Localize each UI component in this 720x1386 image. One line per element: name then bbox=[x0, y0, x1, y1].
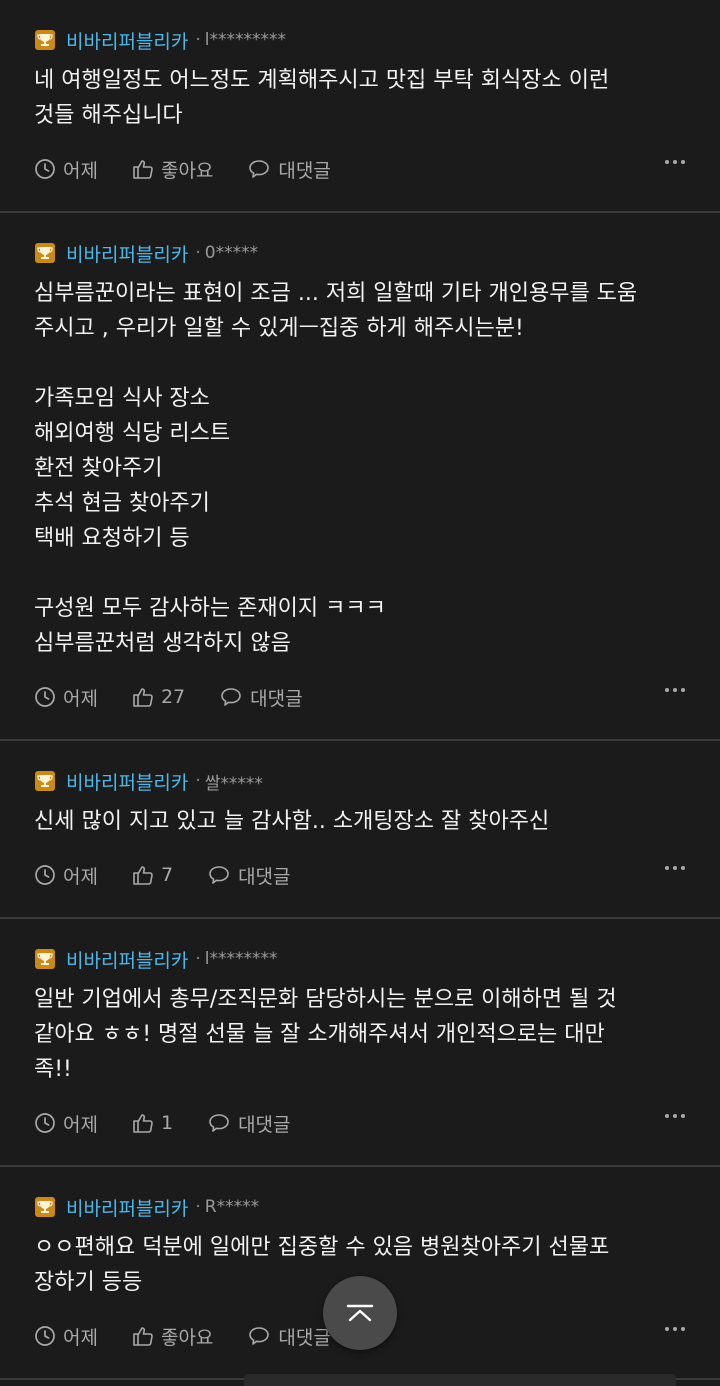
timestamp: 어제 bbox=[34, 1323, 98, 1350]
reply-label: 대댓글 bbox=[238, 1113, 291, 1136]
like-count: 7 bbox=[160, 864, 174, 886]
reply-label: 대댓글 bbox=[238, 865, 291, 888]
clock-icon bbox=[35, 865, 55, 885]
timestamp-label: 어제 bbox=[63, 865, 98, 888]
like-count: 좋아요 bbox=[160, 159, 214, 182]
timestamp: 어제 bbox=[34, 1110, 98, 1137]
comment-actions: 어제 1 대댓글 bbox=[34, 1109, 686, 1137]
bottom-bar bbox=[244, 1374, 676, 1386]
meta-separator: · bbox=[195, 243, 201, 263]
speech-bubble-icon bbox=[249, 1327, 270, 1345]
comment-actions: 어제 좋아요 대댓글 bbox=[34, 155, 686, 183]
company-name[interactable]: 비바리퍼블리카 bbox=[66, 946, 188, 973]
clock-icon bbox=[35, 687, 55, 707]
meta-separator: · bbox=[195, 771, 201, 791]
like-count: 1 bbox=[160, 1112, 174, 1134]
comment-body: 일반 기업에서 총무/조직문화 담당하시는 분으로 이해하면 될 것 같아요 ㅎ… bbox=[34, 987, 617, 1082]
comment-item: 비바리퍼블리카 · 쌀***** 신세 많이 지고 있고 늘 감사함.. 소개팅… bbox=[0, 741, 720, 919]
reply-button[interactable]: 대댓글 bbox=[207, 1110, 291, 1137]
reply-label: 대댓글 bbox=[278, 159, 331, 182]
meta-separator: · bbox=[195, 30, 201, 50]
trophy-badge-icon bbox=[35, 30, 55, 50]
author-id: R***** bbox=[204, 1197, 260, 1217]
comment-body: 네 여행일정도 어느정도 계획해주시고 맛집 부탁 회식장소 이런 것들 해주십… bbox=[34, 68, 610, 128]
like-button[interactable]: 27 bbox=[132, 686, 185, 708]
thumbs-up-icon bbox=[133, 866, 153, 885]
trophy-badge-icon bbox=[35, 243, 55, 263]
thumbs-up-icon bbox=[133, 1327, 153, 1346]
thumbs-up-icon bbox=[133, 1114, 153, 1133]
more-options-icon[interactable] bbox=[664, 865, 686, 871]
trophy-badge-icon bbox=[35, 771, 55, 791]
reply-label: 대댓글 bbox=[278, 1326, 331, 1349]
timestamp-label: 어제 bbox=[63, 687, 98, 710]
comment-actions: 어제 7 대댓글 bbox=[34, 861, 686, 889]
comment-body: 신세 많이 지고 있고 늘 감사함.. 소개팅장소 잘 찾아주신 bbox=[34, 809, 550, 834]
like-button[interactable]: 좋아요 bbox=[132, 156, 213, 183]
speech-bubble-icon bbox=[249, 160, 270, 178]
comment-meta: 비바리퍼블리카 · 0***** bbox=[34, 240, 686, 266]
comment-body: 심부름꾼이라는 표현이 조금 ... 저희 일할때 기타 개인용무를 도움 주시… bbox=[34, 281, 638, 656]
speech-bubble-icon bbox=[209, 866, 229, 884]
timestamp: 어제 bbox=[34, 862, 98, 889]
timestamp-label: 어제 bbox=[63, 159, 98, 182]
author-id: 쌀***** bbox=[204, 773, 263, 794]
trophy-badge-icon bbox=[35, 949, 55, 969]
comment-item: 비바리퍼블리카 · 0***** 심부름꾼이라는 표현이 조금 ... 저희 일… bbox=[0, 213, 720, 741]
author-id: l********* bbox=[204, 30, 287, 50]
scroll-to-top-button[interactable] bbox=[323, 1276, 397, 1350]
comment-item: 비바리퍼블리카 · l********* 네 여행일정도 어느정도 계획해주시고… bbox=[0, 0, 720, 213]
chevron-up-icon bbox=[346, 1304, 374, 1322]
comment-meta: 비바리퍼블리카 · R***** bbox=[34, 1194, 686, 1220]
company-name[interactable]: 비바리퍼블리카 bbox=[66, 27, 188, 54]
comment-item: 비바리퍼블리카 · l******** 일반 기업에서 총무/조직문화 담당하시… bbox=[0, 919, 720, 1167]
clock-icon bbox=[35, 1326, 55, 1346]
timestamp: 어제 bbox=[34, 684, 98, 711]
more-options-icon[interactable] bbox=[664, 159, 686, 165]
reply-button[interactable]: 대댓글 bbox=[219, 684, 303, 711]
timestamp-label: 어제 bbox=[63, 1113, 98, 1136]
timestamp-label: 어제 bbox=[63, 1326, 98, 1349]
more-options-icon[interactable] bbox=[664, 1113, 686, 1119]
author-id: 0***** bbox=[204, 243, 259, 263]
comment-meta: 비바리퍼블리카 · l********* bbox=[34, 27, 686, 53]
clock-icon bbox=[35, 1113, 55, 1133]
comment-meta: 비바리퍼블리카 · 쌀***** bbox=[34, 768, 686, 794]
thumbs-up-icon bbox=[133, 688, 153, 707]
like-button[interactable]: 1 bbox=[132, 1112, 173, 1134]
trophy-badge-icon bbox=[35, 1197, 55, 1217]
meta-separator: · bbox=[195, 949, 201, 969]
company-name[interactable]: 비바리퍼블리카 bbox=[66, 768, 188, 795]
timestamp: 어제 bbox=[34, 156, 98, 183]
clock-icon bbox=[35, 159, 55, 179]
reply-button[interactable]: 대댓글 bbox=[247, 1323, 331, 1350]
comment-feed: 비바리퍼블리카 · l********* 네 여행일정도 어느정도 계획해주시고… bbox=[0, 0, 720, 1380]
meta-separator: · bbox=[195, 1197, 201, 1217]
speech-bubble-icon bbox=[221, 688, 241, 706]
comment-meta: 비바리퍼블리카 · l******** bbox=[34, 946, 686, 972]
speech-bubble-icon bbox=[209, 1114, 229, 1132]
reply-label: 대댓글 bbox=[250, 687, 303, 710]
more-options-icon[interactable] bbox=[664, 1326, 686, 1332]
like-button[interactable]: 7 bbox=[132, 864, 173, 886]
author-id: l******** bbox=[204, 949, 278, 969]
like-button[interactable]: 좋아요 bbox=[132, 1323, 213, 1350]
reply-button[interactable]: 대댓글 bbox=[247, 156, 331, 183]
company-name[interactable]: 비바리퍼블리카 bbox=[66, 240, 188, 267]
like-count: 27 bbox=[160, 686, 186, 708]
more-options-icon[interactable] bbox=[664, 687, 686, 693]
company-name[interactable]: 비바리퍼블리카 bbox=[66, 1194, 188, 1221]
comment-actions: 어제 27 대댓글 bbox=[34, 683, 686, 711]
reply-button[interactable]: 대댓글 bbox=[207, 862, 291, 889]
like-count: 좋아요 bbox=[160, 1326, 214, 1349]
thumbs-up-icon bbox=[133, 160, 153, 179]
